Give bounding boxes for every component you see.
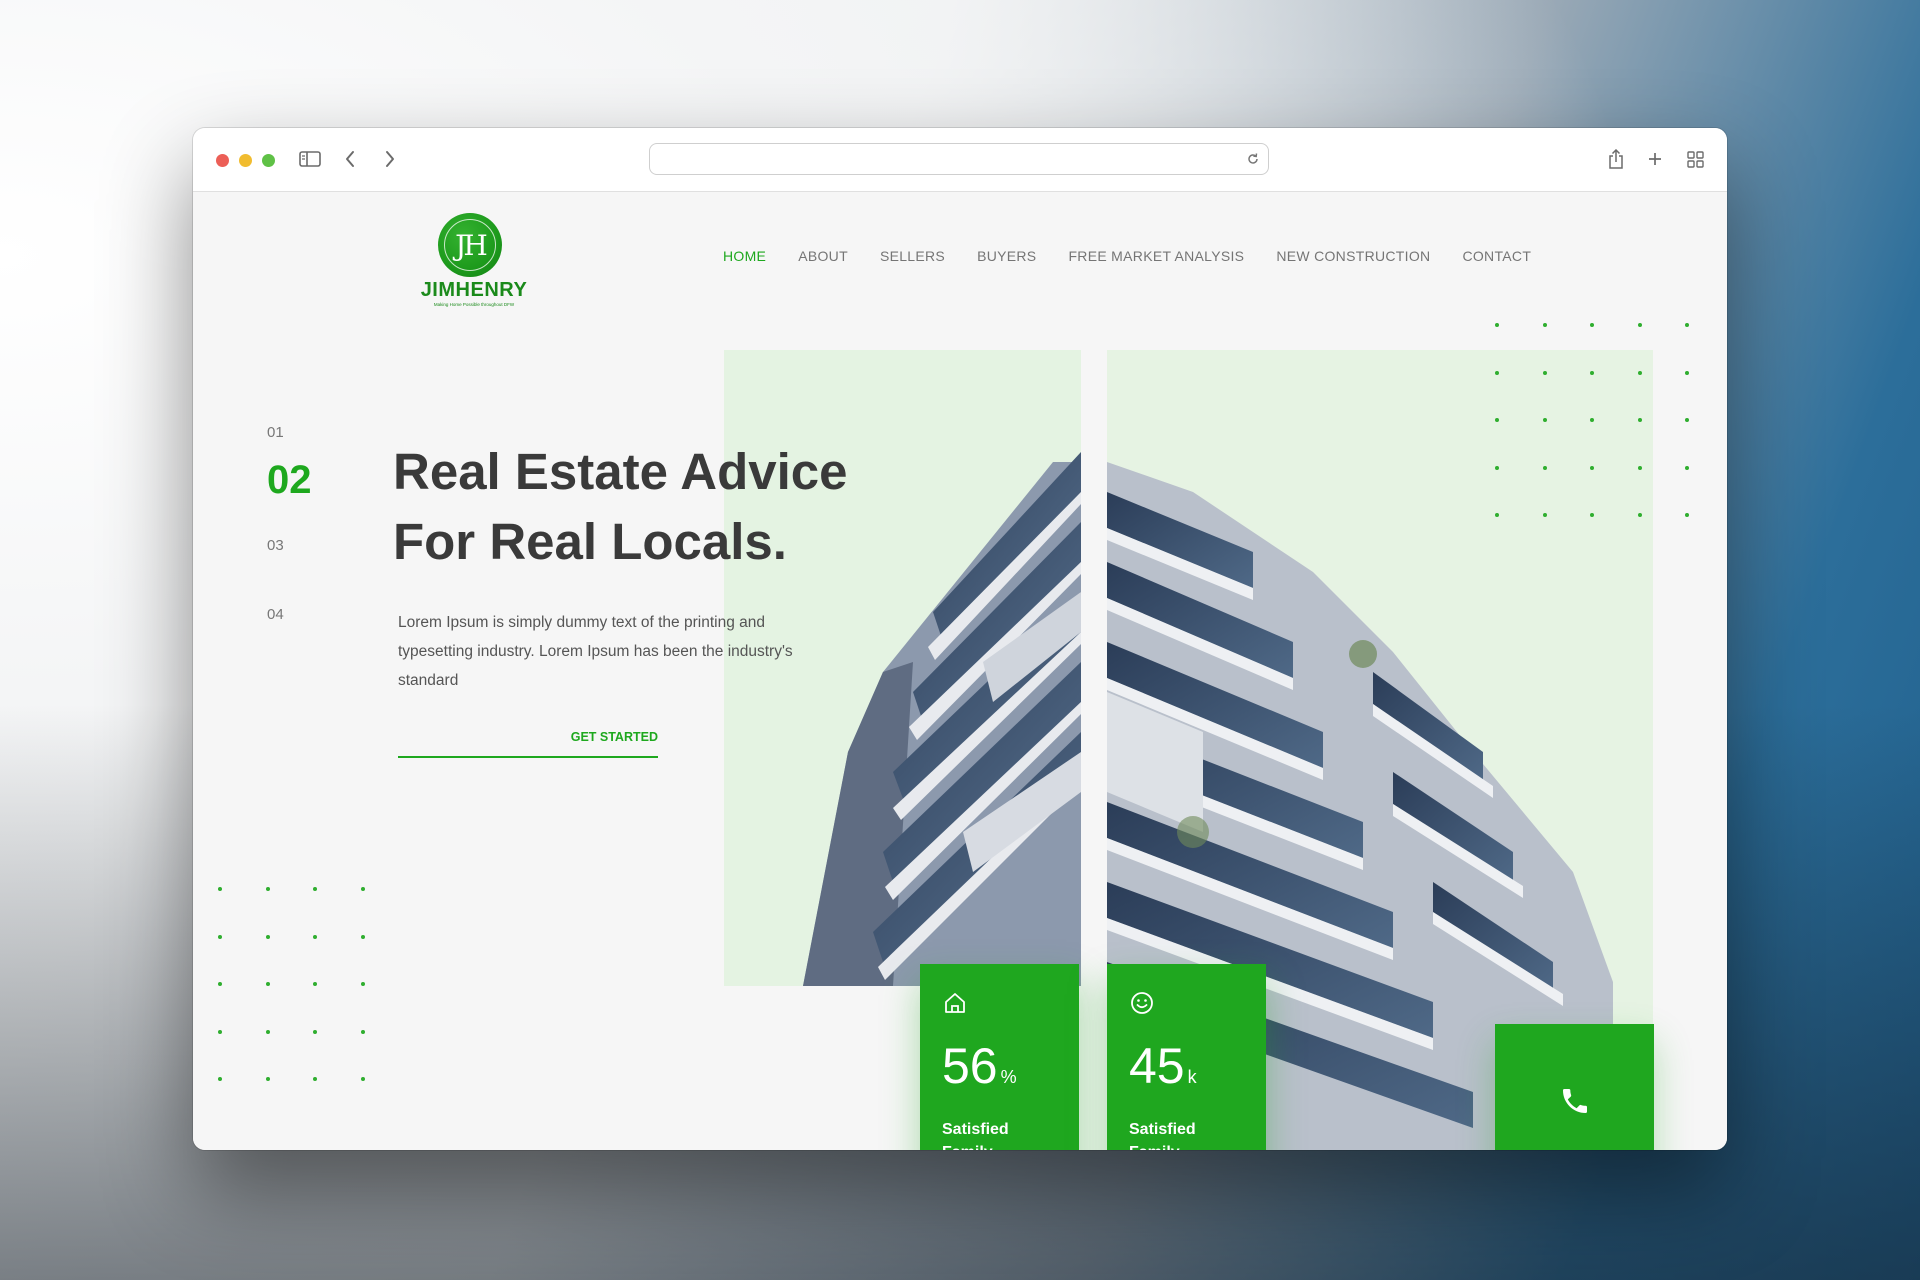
decorative-dot: [1685, 513, 1689, 517]
stat-value: 56%: [942, 1038, 1017, 1094]
decorative-dot: [1590, 370, 1594, 375]
sidebar-toggle-icon[interactable]: [297, 146, 323, 172]
close-window-button[interactable]: [216, 154, 229, 167]
web-page: JH JIMHENRY Making Home Possible through…: [193, 192, 1727, 1150]
decorative-dot: [1542, 418, 1547, 422]
decorative-dot: [360, 934, 365, 939]
nav-buyers[interactable]: BUYERS: [977, 248, 1036, 264]
decorative-dot: [265, 1077, 270, 1081]
browser-window: JH JIMHENRY Making Home Possible through…: [193, 128, 1727, 1150]
decorative-dot: [1542, 513, 1547, 517]
reload-icon[interactable]: [1246, 151, 1260, 170]
decorative-dot: [1685, 465, 1689, 470]
logo-name-first: JIM: [420, 279, 456, 301]
decorative-dot: [1495, 418, 1499, 422]
decorative-dot: [265, 982, 270, 986]
nav-sellers[interactable]: SELLERS: [880, 248, 945, 264]
decorative-dot: [313, 1029, 317, 1034]
decorative-dot: [265, 1029, 270, 1034]
decorative-dot: [1637, 465, 1642, 470]
hero-title-line-2: For Real Locals.: [393, 513, 787, 570]
decorative-dot: [218, 982, 222, 986]
decorative-dot: [218, 934, 222, 939]
call-button[interactable]: [1495, 1024, 1654, 1150]
decorative-dot: [265, 887, 270, 891]
stat-label: Satisfied Family: [1129, 1121, 1196, 1150]
browser-toolbar: [193, 128, 1727, 192]
decorative-dot: [265, 934, 270, 939]
stat-value: 45 k: [1129, 1038, 1197, 1094]
logo-name[interactable]: JIMHENRY: [404, 279, 544, 302]
decorative-dot: [1685, 418, 1689, 422]
hero-title: Real Estate Advice For Real Locals.: [393, 437, 993, 577]
nav-about[interactable]: ABOUT: [798, 248, 848, 264]
decorative-dot: [1590, 418, 1594, 422]
stat-card-satisfied-percent: 56% Satisfied Family: [920, 964, 1079, 1150]
decorative-dot: [313, 1077, 317, 1081]
stat-label: Satisfied Family: [942, 1121, 1009, 1150]
decorative-dot: [1637, 513, 1642, 517]
maximize-window-button[interactable]: [262, 154, 275, 167]
slide-number-4[interactable]: 04: [267, 606, 284, 623]
decorative-dot: [360, 887, 365, 891]
decorative-dot: [1590, 513, 1594, 517]
decorative-dot: [1685, 323, 1689, 327]
nav-new-construction[interactable]: NEW CONSTRUCTION: [1276, 248, 1430, 264]
decorative-dot: [1495, 465, 1499, 470]
decorative-dot: [313, 934, 317, 939]
phone-icon: [1559, 1085, 1591, 1121]
home-icon: [942, 990, 968, 1021]
slide-number-2[interactable]: 02: [267, 458, 312, 503]
decorative-dot: [1590, 465, 1594, 470]
minimize-window-button[interactable]: [239, 154, 252, 167]
hero-title-line-1: Real Estate Advice: [393, 443, 848, 500]
logo-tagline: Making Home Possible throughout DFW: [433, 302, 515, 307]
share-icon[interactable]: [1605, 146, 1627, 172]
back-icon[interactable]: [339, 146, 361, 172]
address-bar[interactable]: [649, 143, 1269, 175]
slide-number-3[interactable]: 03: [267, 537, 284, 554]
decorative-dot: [1542, 370, 1547, 375]
decorative-dot: [1590, 323, 1594, 327]
forward-icon[interactable]: [379, 146, 401, 172]
hero-description: Lorem Ipsum is simply dummy text of the …: [398, 614, 793, 689]
smiley-icon: [1129, 990, 1155, 1021]
main-nav: HOME ABOUT SELLERS BUYERS FREE MARKET AN…: [723, 248, 1563, 264]
decorative-dot: [360, 982, 365, 986]
tab-overview-icon[interactable]: [1684, 146, 1706, 172]
logo-name-last: HENRY: [455, 279, 528, 301]
decorative-dot: [218, 1029, 222, 1034]
decorative-dot: [1495, 513, 1499, 517]
decorative-dot: [1637, 370, 1642, 375]
decorative-dot: [313, 982, 317, 986]
nav-contact[interactable]: CONTACT: [1462, 248, 1531, 264]
stat-card-satisfied-count: 45k Satisfied Family: [1107, 964, 1266, 1150]
get-started-button[interactable]: GET STARTED: [398, 730, 658, 758]
slide-number-1[interactable]: 01: [267, 424, 284, 441]
decorative-dot: [1637, 323, 1642, 327]
decorative-dot: [360, 1077, 365, 1081]
decorative-dot: [218, 1077, 222, 1081]
decorative-dot: [1685, 370, 1689, 375]
new-tab-icon[interactable]: [1644, 146, 1666, 172]
decorative-dot: [313, 887, 317, 891]
decorative-dot: [360, 1029, 365, 1034]
decorative-dot: [1542, 465, 1547, 470]
decorative-dot: [1495, 323, 1499, 327]
decorative-dot: [1542, 323, 1547, 327]
decorative-dot: [218, 887, 222, 891]
decorative-dot: [1495, 370, 1499, 375]
logo-ring: [444, 219, 496, 271]
decorative-dot: [1637, 418, 1642, 422]
nav-free-market-analysis[interactable]: FREE MARKET ANALYSIS: [1068, 248, 1244, 264]
nav-home[interactable]: HOME: [723, 248, 766, 264]
